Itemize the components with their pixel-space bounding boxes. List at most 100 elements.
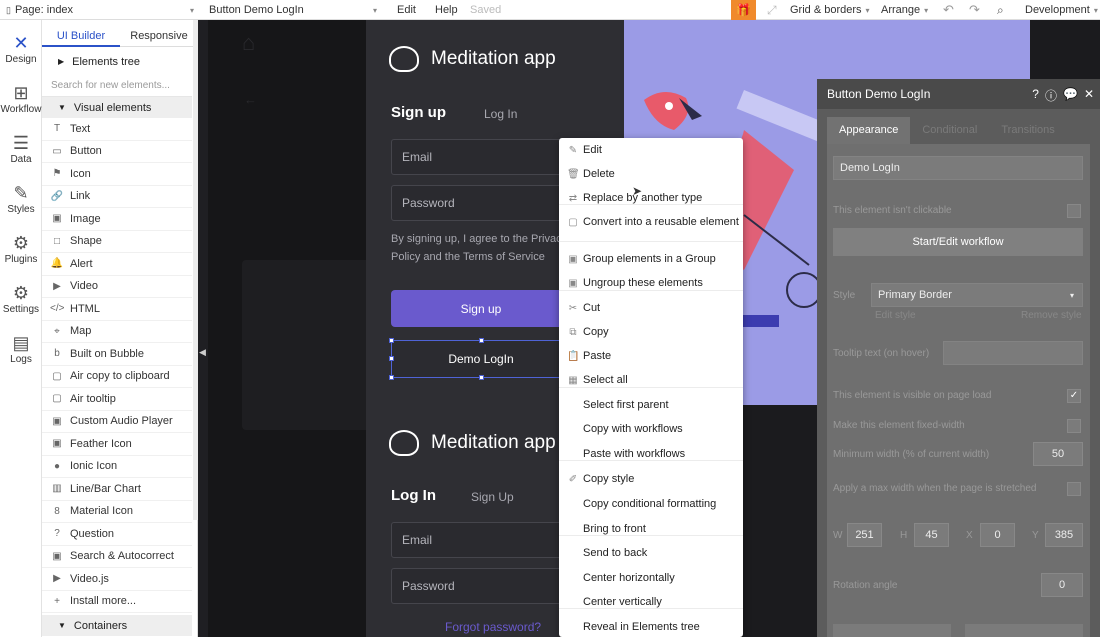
- rail-settings[interactable]: ⚙ Settings: [0, 282, 42, 315]
- list-item[interactable]: 🔗 Link: [42, 186, 192, 208]
- context-menu-item[interactable]: 🗑 Delete: [559, 168, 743, 181]
- context-menu-item[interactable]: ⇄ Replace by another type: [559, 192, 743, 205]
- context-menu-item[interactable]: Center vertically: [559, 596, 743, 609]
- tab-conditional[interactable]: Conditional: [910, 117, 989, 144]
- signup-tab-inactive[interactable]: Sign Up: [471, 490, 514, 504]
- footer-button[interactable]: [965, 624, 1083, 637]
- list-item[interactable]: ⌖ Map: [42, 321, 192, 343]
- comment-icon[interactable]: 💬: [1063, 87, 1078, 104]
- tab-ui-builder[interactable]: UI Builder: [42, 25, 120, 47]
- element-selector[interactable]: Button Demo LogIn ▾: [209, 0, 379, 20]
- context-menu-item[interactable]: Copy conditional formatting: [559, 498, 743, 511]
- rail-data[interactable]: ☰ Data: [0, 132, 42, 165]
- context-menu-item[interactable]: ▣ Ungroup these elements: [559, 277, 743, 290]
- email-field[interactable]: Email: [391, 139, 571, 175]
- email-field-login[interactable]: Email: [391, 522, 571, 558]
- list-item[interactable]: ● Ionic Icon: [42, 456, 192, 478]
- undo-icon[interactable]: ↶: [943, 0, 954, 20]
- context-menu-item[interactable]: ✐ Copy style: [559, 473, 743, 486]
- min-width-input[interactable]: 50: [1033, 442, 1083, 466]
- context-menu-item[interactable]: ▣ Group elements in a Group: [559, 253, 743, 266]
- list-item[interactable]: ▣ Custom Audio Player: [42, 411, 192, 433]
- context-menu-item[interactable]: Copy with workflows: [559, 423, 743, 436]
- list-item[interactable]: + Install more...: [42, 591, 192, 613]
- tab-responsive[interactable]: Responsive: [120, 25, 198, 47]
- height-input[interactable]: 45: [914, 523, 949, 547]
- login-tab-active[interactable]: Log In: [391, 487, 436, 504]
- list-item[interactable]: b Built on Bubble: [42, 343, 192, 366]
- panel-scrollbar[interactable]: [193, 20, 198, 520]
- list-item[interactable]: ? Question: [42, 523, 192, 546]
- edit-menu[interactable]: Edit: [397, 0, 416, 20]
- search-elements-input[interactable]: [42, 75, 192, 97]
- grid-borders-menu[interactable]: Grid & borders ▾: [790, 0, 870, 20]
- resize-handle[interactable]: [479, 375, 484, 380]
- elements-tree-toggle[interactable]: ▶ Elements tree: [42, 51, 192, 72]
- demo-login-button[interactable]: Demo LogIn: [391, 340, 571, 378]
- fixed-width-checkbox[interactable]: [1067, 419, 1081, 433]
- forgot-password-link[interactable]: Forgot password?: [445, 620, 541, 634]
- signup-button[interactable]: Sign up: [391, 290, 571, 327]
- context-menu-item[interactable]: Reveal in Elements tree: [559, 621, 743, 634]
- login-tab[interactable]: Log In: [484, 107, 517, 121]
- not-clickable-checkbox[interactable]: [1067, 204, 1081, 218]
- context-menu-item[interactable]: ✂ Cut: [559, 302, 743, 315]
- context-menu-item[interactable]: ✎ Edit: [559, 144, 743, 157]
- signup-tab[interactable]: Sign up: [391, 104, 446, 121]
- close-icon[interactable]: ✕: [1084, 87, 1094, 104]
- resize-handle[interactable]: [389, 375, 394, 380]
- rail-design[interactable]: ✕ Design: [0, 32, 42, 65]
- list-item[interactable]: ▢ Air copy to clipboard: [42, 366, 192, 388]
- list-item[interactable]: ⚑ Icon: [42, 163, 192, 186]
- help-icon[interactable]: ?: [1032, 87, 1039, 104]
- edit-style-link[interactable]: Edit style: [875, 310, 916, 321]
- context-menu-item[interactable]: ⧉ Copy: [559, 326, 743, 339]
- list-item[interactable]: ▶ Video: [42, 276, 192, 298]
- resize-handle[interactable]: [479, 338, 484, 343]
- list-item[interactable]: ▶ Video.js: [42, 568, 192, 591]
- start-edit-workflow-button[interactable]: Start/Edit workflow: [833, 228, 1083, 256]
- context-menu-item[interactable]: 📋 Paste: [559, 350, 743, 363]
- visible-on-load-checkbox[interactable]: ✓: [1067, 389, 1081, 403]
- remove-style-link[interactable]: Remove style: [1021, 310, 1082, 321]
- x-input[interactable]: 0: [980, 523, 1015, 547]
- list-item[interactable]: ▣ Feather Icon: [42, 433, 192, 456]
- rail-styles[interactable]: ✎ Styles: [0, 182, 42, 215]
- button-text-input[interactable]: Demo LogIn: [833, 156, 1083, 180]
- list-item[interactable]: </> HTML: [42, 298, 192, 321]
- context-menu-item[interactable]: Center horizontally: [559, 572, 743, 585]
- list-item[interactable]: ▭ Button: [42, 141, 192, 163]
- list-item[interactable]: □ Shape: [42, 231, 192, 253]
- context-menu-item[interactable]: Paste with workflows: [559, 448, 743, 461]
- footer-button[interactable]: [833, 624, 951, 637]
- context-menu-item[interactable]: Select first parent: [559, 399, 743, 412]
- context-menu-item[interactable]: Bring to front: [559, 523, 743, 536]
- collapse-panel-icon[interactable]: ◀: [199, 347, 206, 358]
- containers-toggle[interactable]: ▼ Containers: [42, 615, 192, 636]
- resize-handle[interactable]: [389, 338, 394, 343]
- tooltip-input[interactable]: [943, 341, 1083, 365]
- context-menu-item[interactable]: ▦ Select all: [559, 374, 743, 387]
- environment-selector[interactable]: Development ▾: [1025, 0, 1098, 20]
- help-menu[interactable]: Help: [435, 0, 458, 20]
- gift-icon[interactable]: 🎁: [731, 0, 756, 20]
- tab-transitions[interactable]: Transitions: [989, 117, 1066, 144]
- list-item[interactable]: ▢ Air tooltip: [42, 388, 192, 411]
- rail-workflow[interactable]: ⊞ Workflow: [0, 82, 42, 115]
- info-icon[interactable]: ⓘ: [1045, 87, 1057, 104]
- context-menu-item[interactable]: ▢ Convert into a reusable element: [559, 216, 743, 229]
- page-selector[interactable]: ▯ Page: index ▾: [6, 0, 196, 20]
- list-item[interactable]: ▣ Search & Autocorrect: [42, 546, 192, 568]
- arrange-menu[interactable]: Arrange ▾: [881, 0, 928, 20]
- search-icon[interactable]: ⌕: [997, 0, 1004, 20]
- rotation-input[interactable]: 0: [1041, 573, 1083, 597]
- tab-appearance[interactable]: Appearance: [827, 117, 911, 144]
- list-item[interactable]: T Text: [42, 118, 192, 141]
- rail-plugins[interactable]: ⚙ Plugins: [0, 232, 42, 265]
- list-item[interactable]: 🔔 Alert: [42, 253, 192, 276]
- password-field-login[interactable]: Password: [391, 568, 571, 604]
- resize-handle[interactable]: [389, 356, 394, 361]
- list-item[interactable]: 8 Material Icon: [42, 501, 192, 523]
- max-width-checkbox[interactable]: [1067, 482, 1081, 496]
- y-input[interactable]: 385: [1045, 523, 1083, 547]
